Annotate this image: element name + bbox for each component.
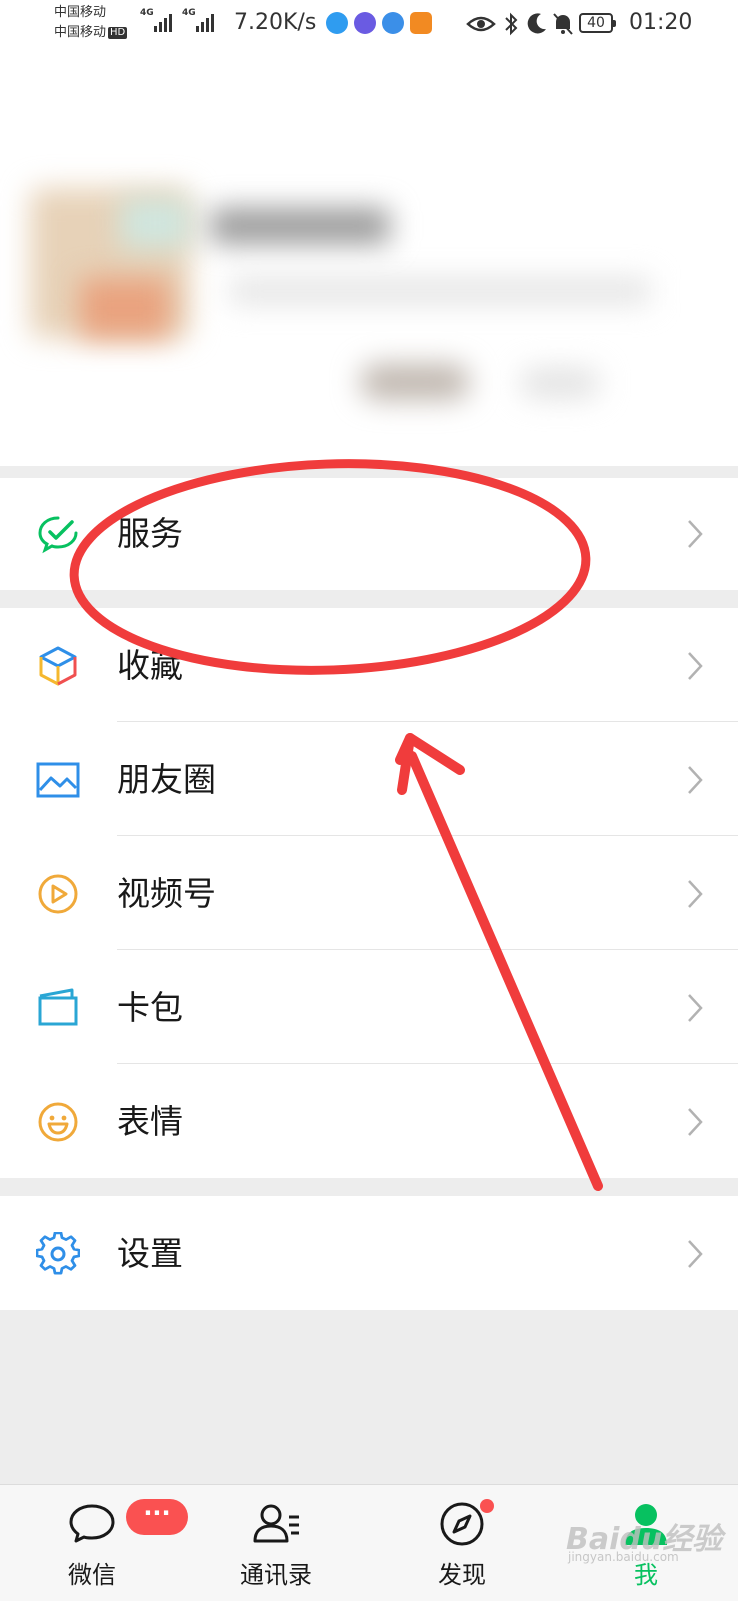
- chevron-right-icon: [688, 1108, 703, 1136]
- tab-discover[interactable]: 发现: [392, 1485, 532, 1601]
- chevron-right-icon: [688, 1240, 703, 1268]
- watermark-url: jingyan.baidu.com: [568, 1550, 679, 1564]
- tab-label-discover: 发现: [438, 1561, 486, 1589]
- tab-contacts[interactable]: 通讯录: [206, 1485, 346, 1601]
- bluetooth-icon: [505, 12, 518, 36]
- network-speed: 7.20K/s: [234, 10, 317, 35]
- hd-badge: HD: [108, 26, 128, 39]
- chevron-right-icon: [688, 880, 703, 908]
- chevron-right-icon: [688, 766, 703, 794]
- discover-dot-badge: [480, 1499, 494, 1513]
- moon-icon: [527, 13, 546, 34]
- profile-header[interactable]: [0, 48, 738, 466]
- chevron-right-icon: [688, 994, 703, 1022]
- status-bar: 中国移动 中国移动 HD 4G 4G 7.20K/s 40 01:20: [0, 0, 738, 48]
- wechat-pay-icon: [38, 516, 78, 554]
- gear-icon: [36, 1232, 80, 1275]
- menu-label-moments: 朋友圈: [117, 760, 216, 799]
- services-section: 服务: [0, 478, 738, 590]
- carrier-1: 中国移动: [54, 5, 107, 20]
- menu-label-channels: 视频号: [117, 874, 216, 913]
- status-blurred: [360, 364, 470, 400]
- wallet-icon: [38, 988, 78, 1026]
- picture-icon: [36, 762, 80, 798]
- play-icon: [38, 874, 78, 914]
- tab-label-chats: 微信: [68, 1561, 116, 1589]
- smiley-icon: [38, 1102, 78, 1142]
- battery-indicator: 40: [579, 13, 616, 33]
- menu-label-stickers: 表情: [117, 1102, 183, 1141]
- signal-icon-1: 4G: [140, 8, 176, 40]
- cube-icon: [39, 646, 77, 686]
- menu-item-stickers[interactable]: 表情: [0, 1064, 738, 1178]
- chevron-right-icon: [688, 652, 703, 680]
- music-app-icon: [354, 12, 376, 34]
- menu-label-card-wallet: 卡包: [117, 988, 183, 1027]
- chevron-right-icon: [688, 520, 703, 548]
- menu-item-card-wallet[interactable]: 卡包: [0, 950, 738, 1064]
- menu-label-settings: 设置: [117, 1234, 183, 1273]
- tab-label-contacts: 通讯录: [240, 1561, 312, 1589]
- carrier-info: 中国移动 中国移动 HD: [54, 3, 128, 43]
- features-section: 收藏 朋友圈 视频号 卡包 表情: [0, 608, 738, 1178]
- carrier-2: 中国移动: [54, 25, 107, 40]
- contacts-icon: [253, 1504, 299, 1543]
- tab-chats[interactable]: ··· 微信: [22, 1485, 188, 1601]
- clock: 01:20: [629, 10, 693, 35]
- nickname-blurred: [210, 208, 390, 244]
- settings-section: 设置: [0, 1196, 738, 1310]
- eye-icon: [466, 16, 496, 32]
- signal-icon-2: 4G: [182, 8, 218, 40]
- menu-label-services: 服务: [117, 514, 183, 553]
- menu-item-channels[interactable]: 视频号: [0, 836, 738, 950]
- video-app-icon: [410, 12, 432, 34]
- globe-app-icon: [382, 12, 404, 34]
- mute-bell-icon: [553, 13, 573, 35]
- menu-item-moments[interactable]: 朋友圈: [0, 722, 738, 836]
- menu-item-services[interactable]: 服务: [0, 478, 738, 590]
- browser-app-icon: [326, 12, 348, 34]
- unread-badge: ···: [126, 1499, 188, 1535]
- menu-item-settings[interactable]: 设置: [0, 1196, 738, 1310]
- chat-bubble-icon: [69, 1504, 115, 1543]
- menu-item-favorites[interactable]: 收藏: [0, 608, 738, 722]
- menu-label-favorites: 收藏: [117, 646, 183, 685]
